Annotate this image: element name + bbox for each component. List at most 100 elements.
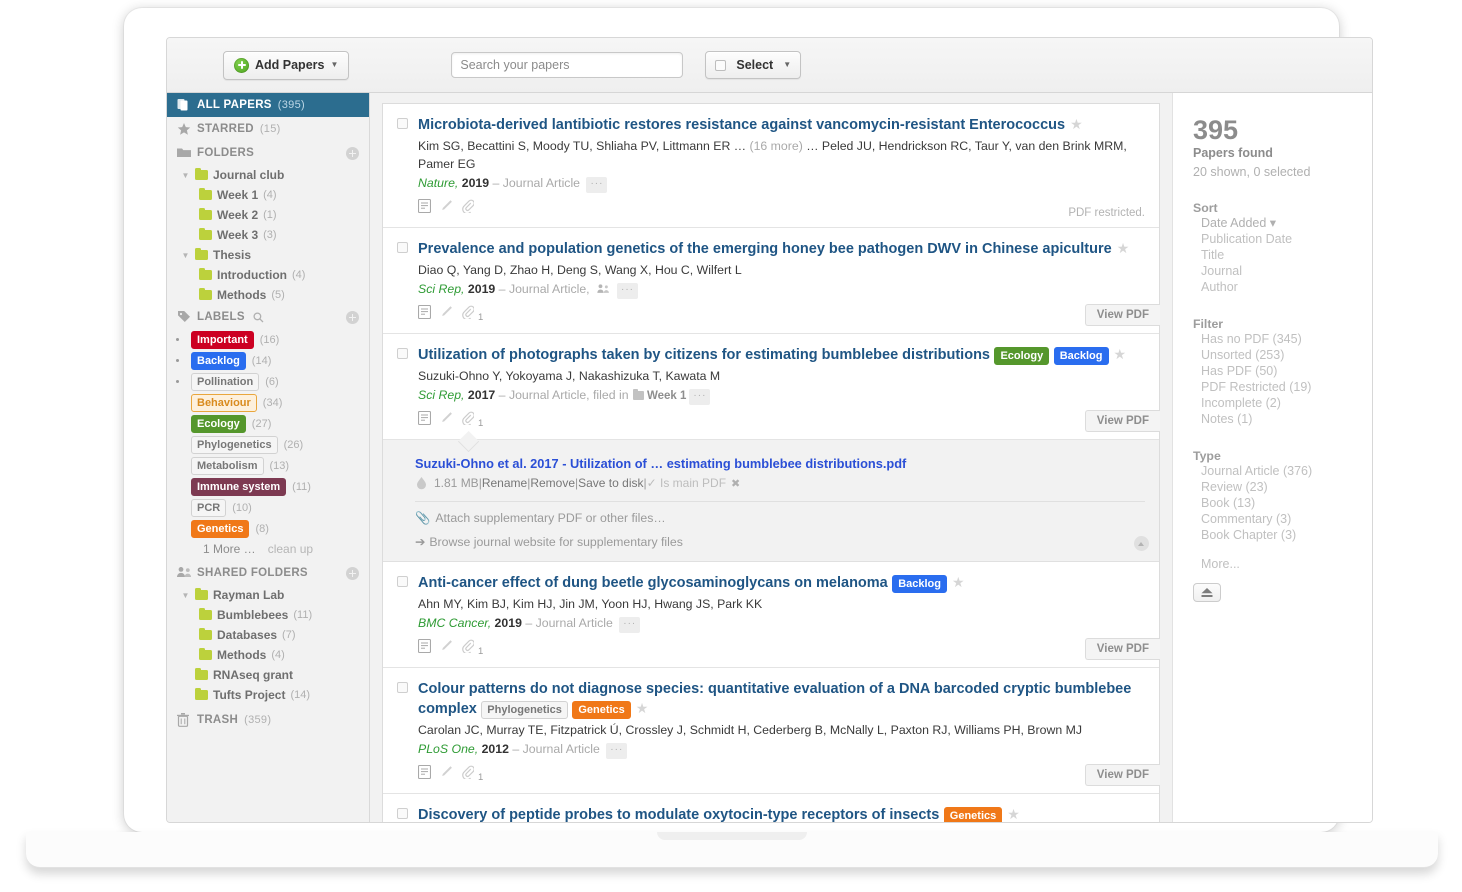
label-item-5[interactable]: Phylogenetics(26) bbox=[167, 434, 369, 455]
shared-folder-item-2[interactable]: Databases(7) bbox=[167, 625, 369, 645]
label-tag[interactable]: Ecology bbox=[191, 415, 246, 433]
chevron-down-icon[interactable]: ▼ bbox=[181, 171, 190, 180]
pdf-remove-link[interactable]: Remove bbox=[530, 476, 575, 490]
paper-tag[interactable]: Backlog bbox=[892, 575, 947, 593]
sidebar-item-all-papers[interactable]: ALL PAPERS (395) bbox=[167, 93, 369, 117]
pdf-rename-link[interactable]: Rename bbox=[482, 476, 527, 490]
folder-item-6[interactable]: Methods(5) bbox=[167, 285, 369, 305]
paper-title[interactable]: Prevalence and population genetics of th… bbox=[418, 241, 1112, 257]
notes-icon[interactable] bbox=[418, 411, 431, 430]
labels-more-link[interactable]: 1 More … bbox=[203, 542, 256, 556]
paper-tag[interactable]: Backlog bbox=[1054, 347, 1109, 365]
attachment-clip-icon[interactable] bbox=[462, 305, 474, 324]
type-item-3[interactable]: Commentary (3) bbox=[1193, 511, 1372, 527]
paper-row[interactable]: Utilization of photographs taken by citi… bbox=[383, 334, 1159, 440]
paper-checkbox[interactable] bbox=[397, 808, 408, 819]
chevron-down-icon[interactable]: ▼ bbox=[181, 591, 190, 600]
export-button[interactable] bbox=[1193, 583, 1221, 602]
view-pdf-button[interactable]: View PDF bbox=[1085, 410, 1160, 432]
paper-title[interactable]: Utilization of photographs taken by citi… bbox=[418, 347, 990, 363]
paper-row[interactable]: Prevalence and population genetics of th… bbox=[383, 228, 1159, 334]
paper-checkbox[interactable] bbox=[397, 576, 408, 587]
sort-item-2[interactable]: Title bbox=[1193, 247, 1372, 263]
folder-item-1[interactable]: Week 1(4) bbox=[167, 185, 369, 205]
label-item-2[interactable]: Pollination(6) bbox=[167, 371, 369, 392]
select-button[interactable]: Select ▼ bbox=[705, 51, 801, 79]
type-item-2[interactable]: Book (13) bbox=[1193, 495, 1372, 511]
shared-folder-item-3[interactable]: Methods(4) bbox=[167, 645, 369, 665]
pdf-filename-link[interactable]: Suzuki-Ohno et al. 2017 - Utilization of… bbox=[415, 456, 1145, 471]
attachment-clip-icon[interactable] bbox=[462, 639, 474, 658]
paper-title[interactable]: Discovery of peptide probes to modulate … bbox=[418, 807, 939, 822]
paper-tag[interactable]: Phylogenetics bbox=[481, 701, 568, 719]
paper-checkbox[interactable] bbox=[397, 242, 408, 253]
filter-item-0[interactable]: Has no PDF (345) bbox=[1193, 331, 1372, 347]
label-tag[interactable]: Phylogenetics bbox=[191, 436, 278, 454]
browse-journal-link[interactable]: ➔Browse journal website for supplementar… bbox=[415, 535, 1145, 549]
label-tag[interactable]: Genetics bbox=[191, 520, 249, 538]
star-icon[interactable]: ★ bbox=[636, 700, 649, 716]
more-options-button[interactable]: ··· bbox=[586, 177, 607, 193]
label-tag[interactable]: PCR bbox=[191, 499, 226, 517]
view-pdf-button[interactable]: View PDF bbox=[1085, 764, 1160, 786]
search-input[interactable] bbox=[460, 58, 674, 72]
more-options-button[interactable]: ··· bbox=[619, 617, 640, 633]
type-item-0[interactable]: Journal Article (376) bbox=[1193, 463, 1372, 479]
attachment-clip-icon[interactable] bbox=[462, 411, 474, 430]
label-item-0[interactable]: Important(16) bbox=[167, 329, 369, 350]
shared-folder-item-5[interactable]: Tufts Project(14) bbox=[167, 685, 369, 705]
collapse-panel-button[interactable] bbox=[1134, 536, 1149, 551]
label-tag[interactable]: Pollination bbox=[191, 373, 259, 391]
sort-item-3[interactable]: Journal bbox=[1193, 263, 1372, 279]
add-folder-button[interactable] bbox=[346, 147, 359, 160]
star-icon[interactable]: ★ bbox=[1007, 806, 1020, 822]
folder-item-2[interactable]: Week 2(1) bbox=[167, 205, 369, 225]
edit-pencil-icon[interactable] bbox=[440, 411, 453, 430]
attachment-clip-icon[interactable] bbox=[462, 199, 474, 218]
label-item-7[interactable]: Immune system(11) bbox=[167, 476, 369, 497]
folder-item-4[interactable]: ▼Thesis bbox=[167, 245, 369, 265]
pdf-save-link[interactable]: Save to disk bbox=[578, 476, 643, 490]
paper-row[interactable]: Colour patterns do not diagnose species:… bbox=[383, 668, 1159, 794]
chevron-down-icon[interactable]: ▼ bbox=[181, 251, 190, 260]
shared-folder-item-0[interactable]: ▼Rayman Lab bbox=[167, 585, 369, 605]
notes-icon[interactable] bbox=[418, 639, 431, 658]
filter-item-4[interactable]: Incomplete (2) bbox=[1193, 395, 1372, 411]
label-tag[interactable]: Backlog bbox=[191, 352, 246, 370]
paper-tag[interactable]: Ecology bbox=[994, 347, 1049, 365]
label-item-4[interactable]: Ecology(27) bbox=[167, 413, 369, 434]
sidebar-item-trash[interactable]: TRASH (359) bbox=[167, 708, 369, 732]
edit-pencil-icon[interactable] bbox=[440, 765, 453, 784]
star-icon[interactable]: ★ bbox=[1117, 240, 1130, 256]
star-icon[interactable]: ★ bbox=[1114, 346, 1127, 362]
notes-icon[interactable] bbox=[418, 305, 431, 324]
search-icon[interactable] bbox=[253, 312, 264, 323]
more-options-button[interactable]: ··· bbox=[606, 743, 627, 759]
attach-supplementary-link[interactable]: 📎Attach supplementary PDF or other files… bbox=[415, 511, 1145, 526]
authors-more-link[interactable]: (16 more) bbox=[749, 139, 802, 153]
folder-item-3[interactable]: Week 3(3) bbox=[167, 225, 369, 245]
label-item-8[interactable]: PCR(10) bbox=[167, 497, 369, 518]
paper-checkbox[interactable] bbox=[397, 118, 408, 129]
view-pdf-button[interactable]: View PDF bbox=[1085, 304, 1160, 326]
more-options-button[interactable]: ··· bbox=[617, 283, 638, 299]
edit-pencil-icon[interactable] bbox=[440, 305, 453, 324]
filter-item-1[interactable]: Unsorted (253) bbox=[1193, 347, 1372, 363]
paper-title[interactable]: Anti-cancer effect of dung beetle glycos… bbox=[418, 575, 888, 591]
sort-item-1[interactable]: Publication Date bbox=[1193, 231, 1372, 247]
paper-title[interactable]: Microbiota-derived lantibiotic restores … bbox=[418, 117, 1065, 133]
select-checkbox-icon[interactable] bbox=[715, 60, 726, 71]
label-item-3[interactable]: Behaviour(34) bbox=[167, 392, 369, 413]
search-box[interactable] bbox=[451, 52, 683, 78]
remove-main-pdf-icon[interactable]: ✖ bbox=[731, 477, 740, 490]
star-icon[interactable]: ★ bbox=[1070, 116, 1083, 132]
notes-icon[interactable] bbox=[418, 199, 431, 218]
paper-checkbox[interactable] bbox=[397, 682, 408, 693]
add-shared-folder-button[interactable] bbox=[346, 567, 359, 580]
add-label-button[interactable] bbox=[346, 311, 359, 324]
shared-folder-item-1[interactable]: Bumblebees(11) bbox=[167, 605, 369, 625]
folder-item-5[interactable]: Introduction(4) bbox=[167, 265, 369, 285]
label-tag[interactable]: Behaviour bbox=[191, 394, 257, 412]
labels-cleanup-link[interactable]: clean up bbox=[268, 542, 313, 556]
filter-item-5[interactable]: Notes (1) bbox=[1193, 411, 1372, 427]
